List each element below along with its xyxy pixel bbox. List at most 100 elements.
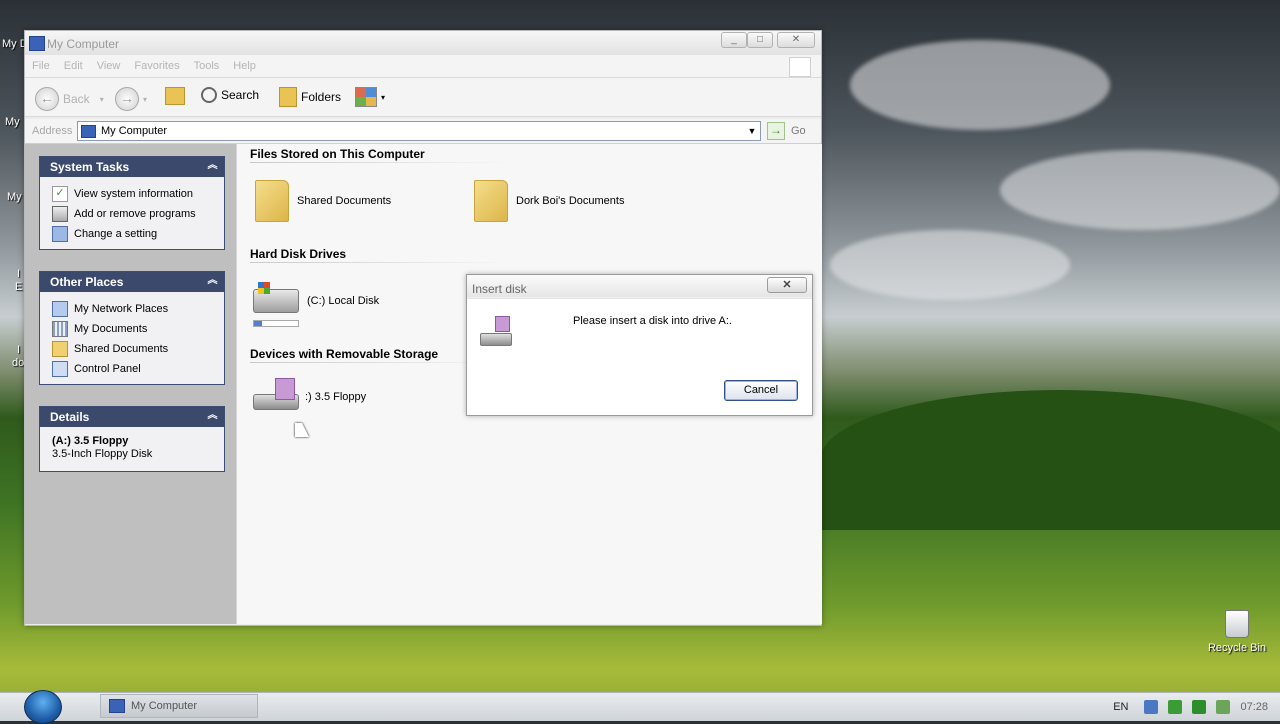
menu-tools[interactable]: Tools: [187, 55, 227, 72]
start-button[interactable]: [24, 690, 62, 724]
address-label: Address: [32, 125, 73, 137]
desktop-icon-my-computer[interactable]: My: [5, 116, 20, 128]
details-panel: Details ︽ (A:) 3.5 Floppy 3.5-Inch Flopp…: [39, 406, 225, 472]
item-label: :) 3.5 Floppy: [305, 391, 367, 403]
place-label: Shared Documents: [74, 343, 169, 355]
back-button[interactable]: ← Back ▾: [35, 87, 104, 111]
item-label: (C:) Local Disk: [307, 295, 380, 307]
update-tray-icon[interactable]: [1192, 700, 1207, 714]
network-tray-icon[interactable]: [1144, 700, 1159, 714]
address-dropdown-icon[interactable]: ▼: [744, 122, 760, 140]
up-folder-button[interactable]: [165, 87, 185, 105]
system-tasks-panel: System Tasks ︽ ✓ View system information…: [39, 156, 225, 250]
minimize-button[interactable]: _: [721, 32, 747, 48]
menu-edit[interactable]: Edit: [57, 55, 90, 72]
taskbar: My Computer EN 07:28: [0, 690, 1280, 724]
views-button[interactable]: ▾: [355, 87, 385, 107]
search-icon: [201, 87, 217, 103]
security-tray-icon[interactable]: [1168, 700, 1183, 714]
dialog-message: Please insert a disk into drive A:.: [573, 315, 732, 327]
place-control-panel[interactable]: Control Panel: [52, 359, 224, 379]
recycle-bin[interactable]: Recycle Bin: [1205, 610, 1269, 654]
safely-remove-tray-icon[interactable]: [1216, 700, 1231, 714]
forest-hill: [820, 390, 1280, 530]
taskbar-item-my-computer[interactable]: My Computer: [100, 694, 258, 718]
up-folder-icon: [165, 87, 185, 105]
menu-help[interactable]: Help: [226, 55, 263, 72]
window-titlebar[interactable]: My Computer _ □ ✕: [25, 31, 821, 55]
menu-favorites[interactable]: Favorites: [127, 55, 186, 72]
dialog-close-button[interactable]: ✕: [767, 277, 807, 293]
clock[interactable]: 07:28: [1240, 701, 1268, 713]
dialog-body: Please insert a disk into drive A:. Canc…: [467, 298, 812, 415]
other-places-title: Other Places: [50, 275, 124, 289]
cancel-button[interactable]: Cancel: [724, 380, 798, 401]
folder-shared-documents[interactable]: Shared Documents: [255, 180, 391, 222]
views-icon: [355, 87, 377, 107]
language-indicator[interactable]: EN: [1107, 701, 1134, 713]
insert-disk-dialog: Insert disk ✕ Please insert a disk into …: [466, 274, 813, 416]
windows-flag-icon: [258, 282, 270, 294]
desktop-icon-ie[interactable]: I: [17, 268, 20, 280]
address-bar: Address My Computer ▼ → Go: [25, 119, 821, 144]
collapse-chevron-icon[interactable]: ︽: [207, 161, 218, 172]
collapse-chevron-icon[interactable]: ︽: [207, 276, 218, 287]
task-change-setting[interactable]: Change a setting: [52, 224, 224, 244]
system-tasks-title: System Tasks: [50, 160, 130, 174]
details-header[interactable]: Details ︽: [40, 407, 224, 427]
forward-dropdown-icon: ▾: [143, 94, 148, 104]
windows-logo-icon: [789, 57, 811, 77]
section-files-title: Files Stored on This Computer: [250, 147, 425, 161]
back-dropdown-icon: ▾: [99, 94, 104, 104]
place-label: My Network Places: [74, 303, 169, 315]
desktop-icon-doc-label: do: [12, 357, 25, 369]
folders-button[interactable]: Folders: [279, 87, 341, 107]
task-view-system-information[interactable]: ✓ View system information: [52, 184, 224, 204]
dialog-titlebar[interactable]: Insert disk ✕: [467, 275, 812, 297]
back-arrow-icon: ←: [35, 87, 59, 111]
place-my-network-places[interactable]: My Network Places: [52, 299, 224, 319]
recycle-bin-label: Recycle Bin: [1207, 642, 1267, 654]
go-button[interactable]: → Go: [767, 122, 806, 140]
close-button[interactable]: ✕: [777, 32, 815, 48]
mouse-cursor-icon: [295, 423, 309, 437]
settings-icon: [52, 226, 68, 242]
other-places-panel: Other Places ︽ My Network Places My Docu…: [39, 271, 225, 385]
details-type: 3.5-Inch Floppy Disk: [52, 448, 153, 460]
place-my-documents[interactable]: My Documents: [52, 319, 224, 339]
address-field[interactable]: My Computer ▼: [77, 121, 761, 141]
search-label: Search: [221, 88, 260, 102]
drive-c-local-disk[interactable]: (C:) Local Disk: [253, 282, 380, 313]
network-icon: [52, 301, 68, 317]
toolbar: ← Back ▾ → ▾ Search Folders ▾: [25, 78, 821, 117]
system-tasks-header[interactable]: System Tasks ︽: [40, 157, 224, 177]
place-shared-documents[interactable]: Shared Documents: [52, 339, 224, 359]
collapse-chevron-icon[interactable]: ︽: [207, 411, 218, 422]
cloud-decoration: [1000, 150, 1280, 230]
details-title: Details: [50, 410, 90, 424]
task-add-remove-programs[interactable]: Add or remove programs: [52, 204, 224, 224]
place-label: My Documents: [74, 323, 148, 335]
task-label: Add or remove programs: [74, 208, 196, 220]
folder-dork-boi-documents[interactable]: Dork Boi's Documents: [474, 180, 624, 222]
taskbar-item-label: My Computer: [131, 700, 198, 712]
control-panel-icon: [52, 361, 68, 377]
drive-c-usage-bar: [253, 320, 299, 327]
desktop-icon-my-network[interactable]: My: [7, 191, 22, 203]
drive-a-floppy[interactable]: :) 3.5 Floppy: [253, 378, 367, 410]
menu-view[interactable]: View: [90, 55, 128, 72]
section-hdd-title: Hard Disk Drives: [250, 247, 347, 261]
documents-icon: [52, 321, 68, 337]
details-name: (A:) 3.5 Floppy: [52, 435, 129, 447]
cloud-decoration: [830, 230, 1070, 300]
maximize-button[interactable]: □: [747, 32, 773, 48]
desktop-icon-doc[interactable]: I: [17, 344, 20, 356]
forward-button[interactable]: → ▾: [115, 87, 147, 111]
hard-drive-icon: [253, 282, 299, 313]
task-label: View system information: [74, 188, 194, 200]
dialog-title: Insert disk: [472, 282, 527, 296]
menu-file[interactable]: File: [25, 55, 57, 72]
address-computer-icon: [81, 124, 96, 138]
other-places-header[interactable]: Other Places ︽: [40, 272, 224, 292]
search-button[interactable]: Search: [201, 87, 259, 103]
